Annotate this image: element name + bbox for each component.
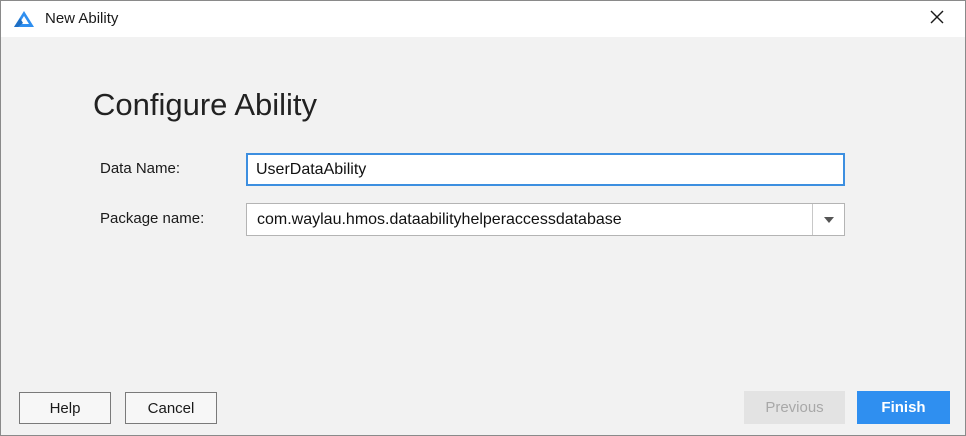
help-button[interactable]: Help xyxy=(19,392,111,424)
chevron-down-icon xyxy=(823,211,835,229)
package-name-select[interactable]: com.waylau.hmos.dataabilityhelperaccessd… xyxy=(246,203,845,236)
app-logo-icon xyxy=(13,10,35,28)
dialog-window: New Ability Configure Ability Data Name:… xyxy=(0,0,966,436)
package-name-label: Package name: xyxy=(100,210,205,227)
package-dropdown-button[interactable] xyxy=(812,204,844,235)
data-name-input[interactable] xyxy=(246,153,845,186)
data-name-label: Data Name: xyxy=(100,160,181,177)
cancel-button[interactable]: Cancel xyxy=(125,392,217,424)
package-name-value: com.waylau.hmos.dataabilityhelperaccessd… xyxy=(257,211,622,228)
close-icon xyxy=(930,10,944,29)
title-bar: New Ability xyxy=(1,1,965,37)
window-title: New Ability xyxy=(45,10,119,27)
previous-button[interactable]: Previous xyxy=(744,391,845,424)
close-button[interactable] xyxy=(915,3,959,35)
finish-button[interactable]: Finish xyxy=(857,391,950,424)
page-title: Configure Ability xyxy=(93,87,318,122)
